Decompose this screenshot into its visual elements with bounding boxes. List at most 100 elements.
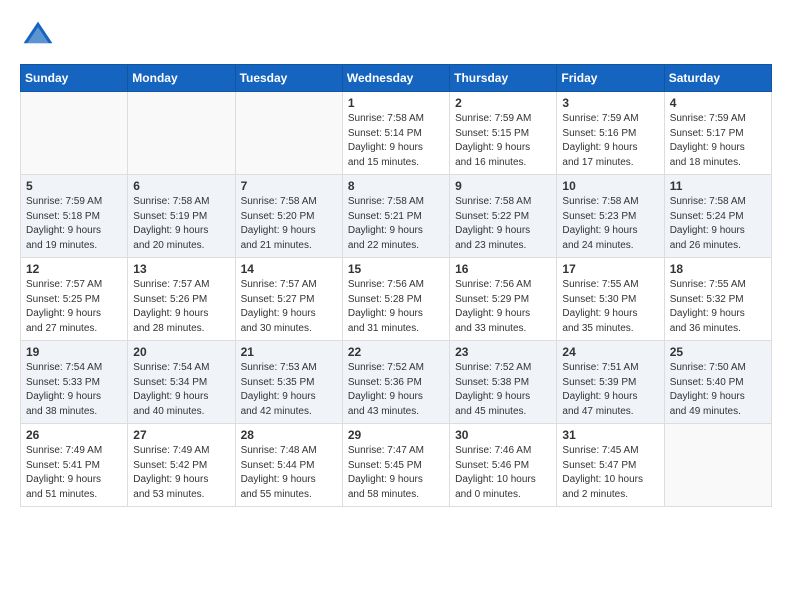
day-number: 18 [670,262,766,276]
day-number: 14 [241,262,337,276]
day-info: Sunrise: 7:46 AMSunset: 5:46 PMDaylight:… [455,444,551,502]
day-number: 7 [241,179,337,193]
logo-icon [20,18,56,54]
calendar-week-row: 26 Sunrise: 7:49 AMSunset: 5:41 PMDayligh… [21,424,772,507]
day-number: 12 [26,262,122,276]
day-info: Sunrise: 7:57 AMSunset: 5:27 PMDaylight:… [241,278,337,336]
header [20,18,772,54]
day-number: 13 [133,262,229,276]
day-number: 28 [241,428,337,442]
calendar-day-cell: 23Sunrise: 7:52 AMSunset: 5:38 PMDayligh… [450,341,557,424]
calendar-day-cell: 4 Sunrise: 7:59 AMSunset: 5:17 PMDaylight… [664,92,771,175]
day-info: Sunrise: 7:55 AMSunset: 5:30 PMDaylight:… [562,278,658,336]
day-number: 3 [562,96,658,110]
calendar-day-cell: 13 Sunrise: 7:57 AMSunset: 5:26 PMDayligh… [128,258,235,341]
calendar-day-cell: 16Sunrise: 7:56 AMSunset: 5:29 PMDayligh… [450,258,557,341]
calendar-day-cell: 10Sunrise: 7:58 AMSunset: 5:23 PMDayligh… [557,175,664,258]
day-number: 25 [670,345,766,359]
calendar-header-row: SundayMondayTuesdayWednesdayThursdayFrid… [21,65,772,92]
calendar-week-row: 1 Sunrise: 7:58 AMSunset: 5:14 PMDaylight… [21,92,772,175]
calendar-day-header: Wednesday [342,65,449,92]
calendar-day-cell: 22 Sunrise: 7:52 AMSunset: 5:36 PMDayligh… [342,341,449,424]
day-info: Sunrise: 7:54 AMSunset: 5:33 PMDaylight:… [26,361,122,419]
calendar-day-cell: 7 Sunrise: 7:58 AMSunset: 5:20 PMDaylight… [235,175,342,258]
day-number: 2 [455,96,551,110]
day-info: Sunrise: 7:48 AMSunset: 5:44 PMDaylight:… [241,444,337,502]
day-info: Sunrise: 7:49 AMSunset: 5:41 PMDaylight:… [26,444,122,502]
calendar-day-header: Sunday [21,65,128,92]
calendar-day-cell: 18 Sunrise: 7:55 AMSunset: 5:32 PMDayligh… [664,258,771,341]
calendar-day-cell: 3 Sunrise: 7:59 AMSunset: 5:16 PMDaylight… [557,92,664,175]
day-info: Sunrise: 7:58 AMSunset: 5:20 PMDaylight:… [241,195,337,253]
day-info: Sunrise: 7:54 AMSunset: 5:34 PMDaylight:… [133,361,229,419]
day-info: Sunrise: 7:51 AMSunset: 5:39 PMDaylight:… [562,361,658,419]
day-number: 4 [670,96,766,110]
calendar-day-cell [664,424,771,507]
calendar-day-header: Saturday [664,65,771,92]
day-info: Sunrise: 7:55 AMSunset: 5:32 PMDaylight:… [670,278,766,336]
day-info: Sunrise: 7:58 AMSunset: 5:19 PMDaylight:… [133,195,229,253]
calendar-day-cell: 11 Sunrise: 7:58 AMSunset: 5:24 PMDayligh… [664,175,771,258]
day-info: Sunrise: 7:58 AMSunset: 5:22 PMDaylight:… [455,195,551,253]
day-number: 17 [562,262,658,276]
calendar-day-header: Thursday [450,65,557,92]
day-number: 5 [26,179,122,193]
day-info: Sunrise: 7:58 AMSunset: 5:21 PMDaylight:… [348,195,444,253]
calendar-day-cell: 31Sunrise: 7:45 AMSunset: 5:47 PMDayligh… [557,424,664,507]
calendar-day-cell: 25 Sunrise: 7:50 AMSunset: 5:40 PMDayligh… [664,341,771,424]
day-info: Sunrise: 7:58 AMSunset: 5:24 PMDaylight:… [670,195,766,253]
logo [20,18,60,54]
day-number: 11 [670,179,766,193]
calendar-day-cell: 29 Sunrise: 7:47 AMSunset: 5:45 PMDayligh… [342,424,449,507]
day-info: Sunrise: 7:59 AMSunset: 5:18 PMDaylight:… [26,195,122,253]
day-info: Sunrise: 7:59 AMSunset: 5:16 PMDaylight:… [562,112,658,170]
calendar-day-cell [128,92,235,175]
calendar-day-cell: 14 Sunrise: 7:57 AMSunset: 5:27 PMDayligh… [235,258,342,341]
day-number: 6 [133,179,229,193]
calendar-day-cell: 19 Sunrise: 7:54 AMSunset: 5:33 PMDayligh… [21,341,128,424]
calendar-day-cell: 24Sunrise: 7:51 AMSunset: 5:39 PMDayligh… [557,341,664,424]
calendar-table: SundayMondayTuesdayWednesdayThursdayFrid… [20,64,772,507]
day-info: Sunrise: 7:57 AMSunset: 5:26 PMDaylight:… [133,278,229,336]
calendar-day-cell: 26 Sunrise: 7:49 AMSunset: 5:41 PMDayligh… [21,424,128,507]
day-number: 21 [241,345,337,359]
day-info: Sunrise: 7:59 AMSunset: 5:17 PMDaylight:… [670,112,766,170]
calendar-day-cell: 1 Sunrise: 7:58 AMSunset: 5:14 PMDaylight… [342,92,449,175]
calendar-day-header: Tuesday [235,65,342,92]
day-info: Sunrise: 7:50 AMSunset: 5:40 PMDaylight:… [670,361,766,419]
day-number: 19 [26,345,122,359]
calendar-day-cell: 20Sunrise: 7:54 AMSunset: 5:34 PMDayligh… [128,341,235,424]
day-number: 27 [133,428,229,442]
day-info: Sunrise: 7:52 AMSunset: 5:36 PMDaylight:… [348,361,444,419]
day-info: Sunrise: 7:49 AMSunset: 5:42 PMDaylight:… [133,444,229,502]
day-info: Sunrise: 7:58 AMSunset: 5:14 PMDaylight:… [348,112,444,170]
calendar-week-row: 12 Sunrise: 7:57 AMSunset: 5:25 PMDayligh… [21,258,772,341]
day-info: Sunrise: 7:56 AMSunset: 5:28 PMDaylight:… [348,278,444,336]
calendar-day-cell: 9 Sunrise: 7:58 AMSunset: 5:22 PMDaylight… [450,175,557,258]
calendar-day-cell: 12 Sunrise: 7:57 AMSunset: 5:25 PMDayligh… [21,258,128,341]
day-number: 9 [455,179,551,193]
day-info: Sunrise: 7:52 AMSunset: 5:38 PMDaylight:… [455,361,551,419]
calendar-day-header: Friday [557,65,664,92]
day-number: 22 [348,345,444,359]
calendar-day-cell: 8Sunrise: 7:58 AMSunset: 5:21 PMDaylight… [342,175,449,258]
calendar-day-cell [21,92,128,175]
calendar-day-cell [235,92,342,175]
calendar-day-cell: 28 Sunrise: 7:48 AMSunset: 5:44 PMDayligh… [235,424,342,507]
day-number: 30 [455,428,551,442]
calendar-day-cell: 30 Sunrise: 7:46 AMSunset: 5:46 PMDayligh… [450,424,557,507]
day-number: 29 [348,428,444,442]
day-info: Sunrise: 7:58 AMSunset: 5:23 PMDaylight:… [562,195,658,253]
day-info: Sunrise: 7:57 AMSunset: 5:25 PMDaylight:… [26,278,122,336]
calendar-day-cell: 17 Sunrise: 7:55 AMSunset: 5:30 PMDayligh… [557,258,664,341]
day-info: Sunrise: 7:53 AMSunset: 5:35 PMDaylight:… [241,361,337,419]
calendar-day-header: Monday [128,65,235,92]
day-info: Sunrise: 7:56 AMSunset: 5:29 PMDaylight:… [455,278,551,336]
page: SundayMondayTuesdayWednesdayThursdayFrid… [0,0,792,612]
day-number: 1 [348,96,444,110]
calendar-week-row: 19 Sunrise: 7:54 AMSunset: 5:33 PMDayligh… [21,341,772,424]
calendar-day-cell: 21 Sunrise: 7:53 AMSunset: 5:35 PMDayligh… [235,341,342,424]
day-number: 26 [26,428,122,442]
calendar-day-cell: 5 Sunrise: 7:59 AMSunset: 5:18 PMDaylight… [21,175,128,258]
day-info: Sunrise: 7:47 AMSunset: 5:45 PMDaylight:… [348,444,444,502]
